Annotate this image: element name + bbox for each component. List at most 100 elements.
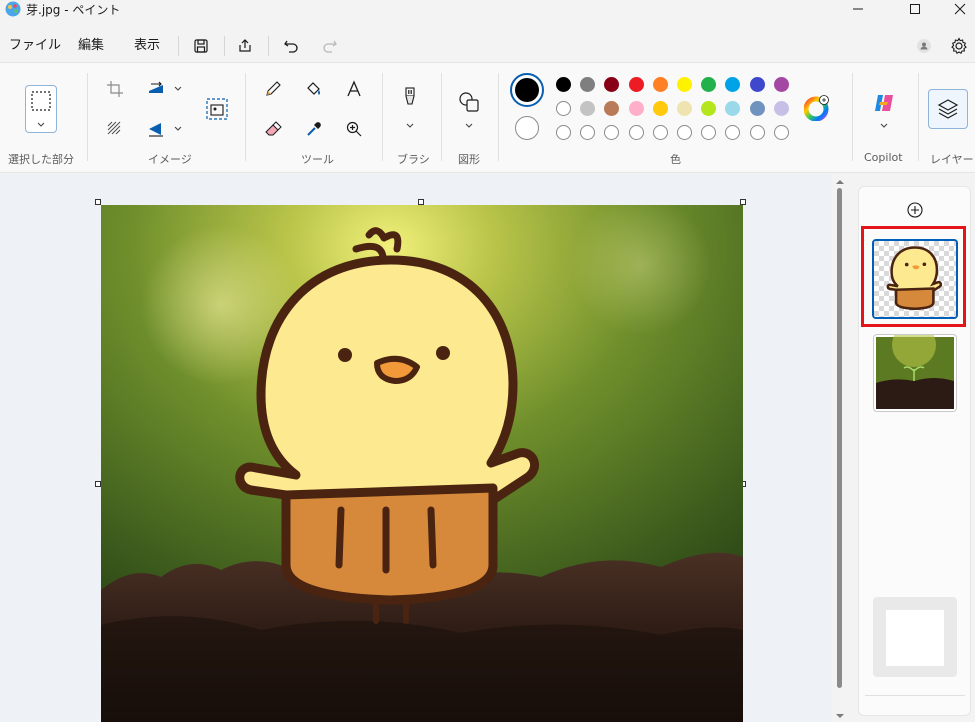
account-button[interactable] [912,34,936,58]
color-swatch[interactable] [604,101,620,116]
color-swatch[interactable] [604,77,620,92]
menu-view[interactable]: 表示 [134,35,160,57]
custom-color-slot[interactable] [749,125,765,140]
chevron-down-icon[interactable] [405,122,415,130]
eraser-icon [265,121,282,136]
image-properties-button[interactable] [204,96,230,122]
color-swatch[interactable] [580,77,596,92]
custom-color-slot[interactable] [701,125,717,140]
selection-group-label: 選択した部分 [8,153,74,166]
resize-icon [149,81,163,93]
pencil-button[interactable] [260,76,286,102]
copilot-button[interactable] [871,90,897,116]
selection-tool-button[interactable] [25,85,57,133]
maximize-button[interactable] [892,0,938,18]
text-button[interactable] [341,76,367,102]
color-swatch[interactable] [725,77,741,92]
share-button[interactable] [233,34,257,58]
canvas-image[interactable] [101,205,743,722]
custom-color-slot[interactable] [628,125,644,140]
menu-edit[interactable]: 編集 [78,35,104,57]
add-layer-icon [907,202,923,218]
brush-button[interactable] [397,85,423,111]
custom-color-slot[interactable] [556,125,571,140]
add-layer-button[interactable] [906,201,924,219]
eyedropper-icon [307,122,321,136]
color-swatch[interactable] [725,101,741,116]
window-title: 芽.jpg - ペイント [26,3,121,17]
tools-group-label: ツール [301,153,334,166]
remove-background-button[interactable] [102,116,128,142]
shapes-button[interactable] [456,89,482,115]
color-swatch[interactable] [580,101,596,116]
color-swatch[interactable] [652,77,668,92]
canvas-workspace[interactable] [0,174,832,722]
title-bar: 芽.jpg - ペイント [0,0,975,30]
resize-button[interactable] [143,76,169,102]
maximize-icon [910,4,920,14]
settings-button[interactable] [947,34,971,58]
menu-file[interactable]: ファイル [9,35,61,57]
text-icon [347,80,361,97]
layer-thumbnail-photo[interactable] [873,334,957,412]
chevron-down-icon[interactable] [464,122,474,130]
flip-button[interactable] [143,116,169,142]
custom-color-slot[interactable] [604,125,620,140]
fill-button[interactable] [301,76,327,102]
color-swatch[interactable] [652,101,668,116]
color-swatch[interactable] [701,101,717,116]
color-swatch[interactable] [701,77,717,92]
color-swatch[interactable] [677,101,692,116]
zoom-icon [346,121,362,137]
pencil-icon [266,81,281,96]
eraser-button[interactable] [260,116,286,142]
image-group-label: イメージ [148,153,192,166]
ribbon-divider [918,73,919,161]
shapes-group-label: 図形 [458,153,480,166]
brush-icon [405,87,415,105]
color-picker-button[interactable] [301,116,327,142]
layers-toggle-button[interactable] [928,89,968,129]
secondary-color-button[interactable] [515,116,539,140]
scrollbar-thumb[interactable] [837,188,842,688]
color-swatch[interactable] [628,77,644,92]
paint-app-icon [5,1,21,17]
background-remove-icon [107,121,121,135]
close-button[interactable] [937,0,975,18]
chevron-down-icon[interactable] [173,125,183,133]
color-swatch[interactable] [556,101,571,116]
color-swatch[interactable] [773,77,789,92]
menu-bar: ファイル 編集 表示 [0,30,975,62]
color-swatch[interactable] [773,101,789,116]
chevron-down-icon[interactable] [879,122,889,130]
undo-button[interactable] [279,34,303,58]
custom-color-slot[interactable] [652,125,668,140]
layer-blank-preview [886,610,944,666]
redo-button[interactable] [318,34,342,58]
color-swatch[interactable] [628,101,644,116]
custom-color-slot[interactable] [580,125,596,140]
scroll-down-icon[interactable] [835,712,845,720]
crop-button[interactable] [102,76,128,102]
copilot-label: Copilot [864,151,903,164]
minimize-button[interactable] [835,0,881,18]
scroll-up-icon[interactable] [835,178,845,186]
chevron-down-icon[interactable] [173,85,183,93]
save-button[interactable] [189,34,213,58]
paint-bucket-icon [307,82,320,95]
edit-colors-button[interactable] [804,95,830,121]
color-swatch[interactable] [749,77,765,92]
color-swatch[interactable] [677,77,692,92]
save-icon [194,39,208,53]
primary-color-swatch [515,78,539,102]
color-swatch[interactable] [749,101,765,116]
vertical-scrollbar[interactable] [832,174,848,722]
custom-color-slot[interactable] [773,125,789,140]
layers-icon [937,99,959,119]
primary-color-button[interactable] [510,73,544,107]
color-swatch[interactable] [556,77,571,92]
minimize-icon [853,8,863,10]
magnifier-button[interactable] [341,116,367,142]
custom-color-slot[interactable] [725,125,741,140]
custom-color-slot[interactable] [677,125,692,140]
